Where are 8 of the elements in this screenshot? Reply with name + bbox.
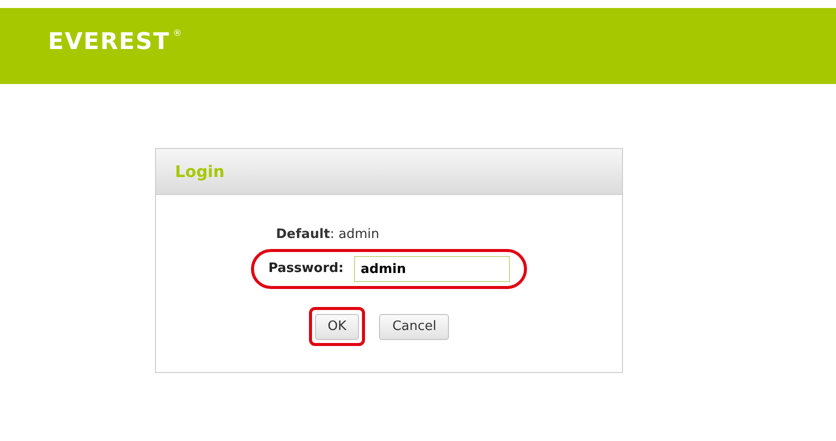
password-field[interactable]: admin — [354, 256, 510, 282]
panel-title: Login — [175, 160, 225, 182]
password-label: Password: — [268, 260, 344, 278]
login-button[interactable]: Cancel — [379, 314, 450, 340]
default-note: Default: admin — [276, 227, 380, 242]
logo: EVEREST — [48, 28, 171, 57]
login-button[interactable]: OK — [314, 314, 360, 340]
registered-mark: ® — [172, 28, 183, 41]
